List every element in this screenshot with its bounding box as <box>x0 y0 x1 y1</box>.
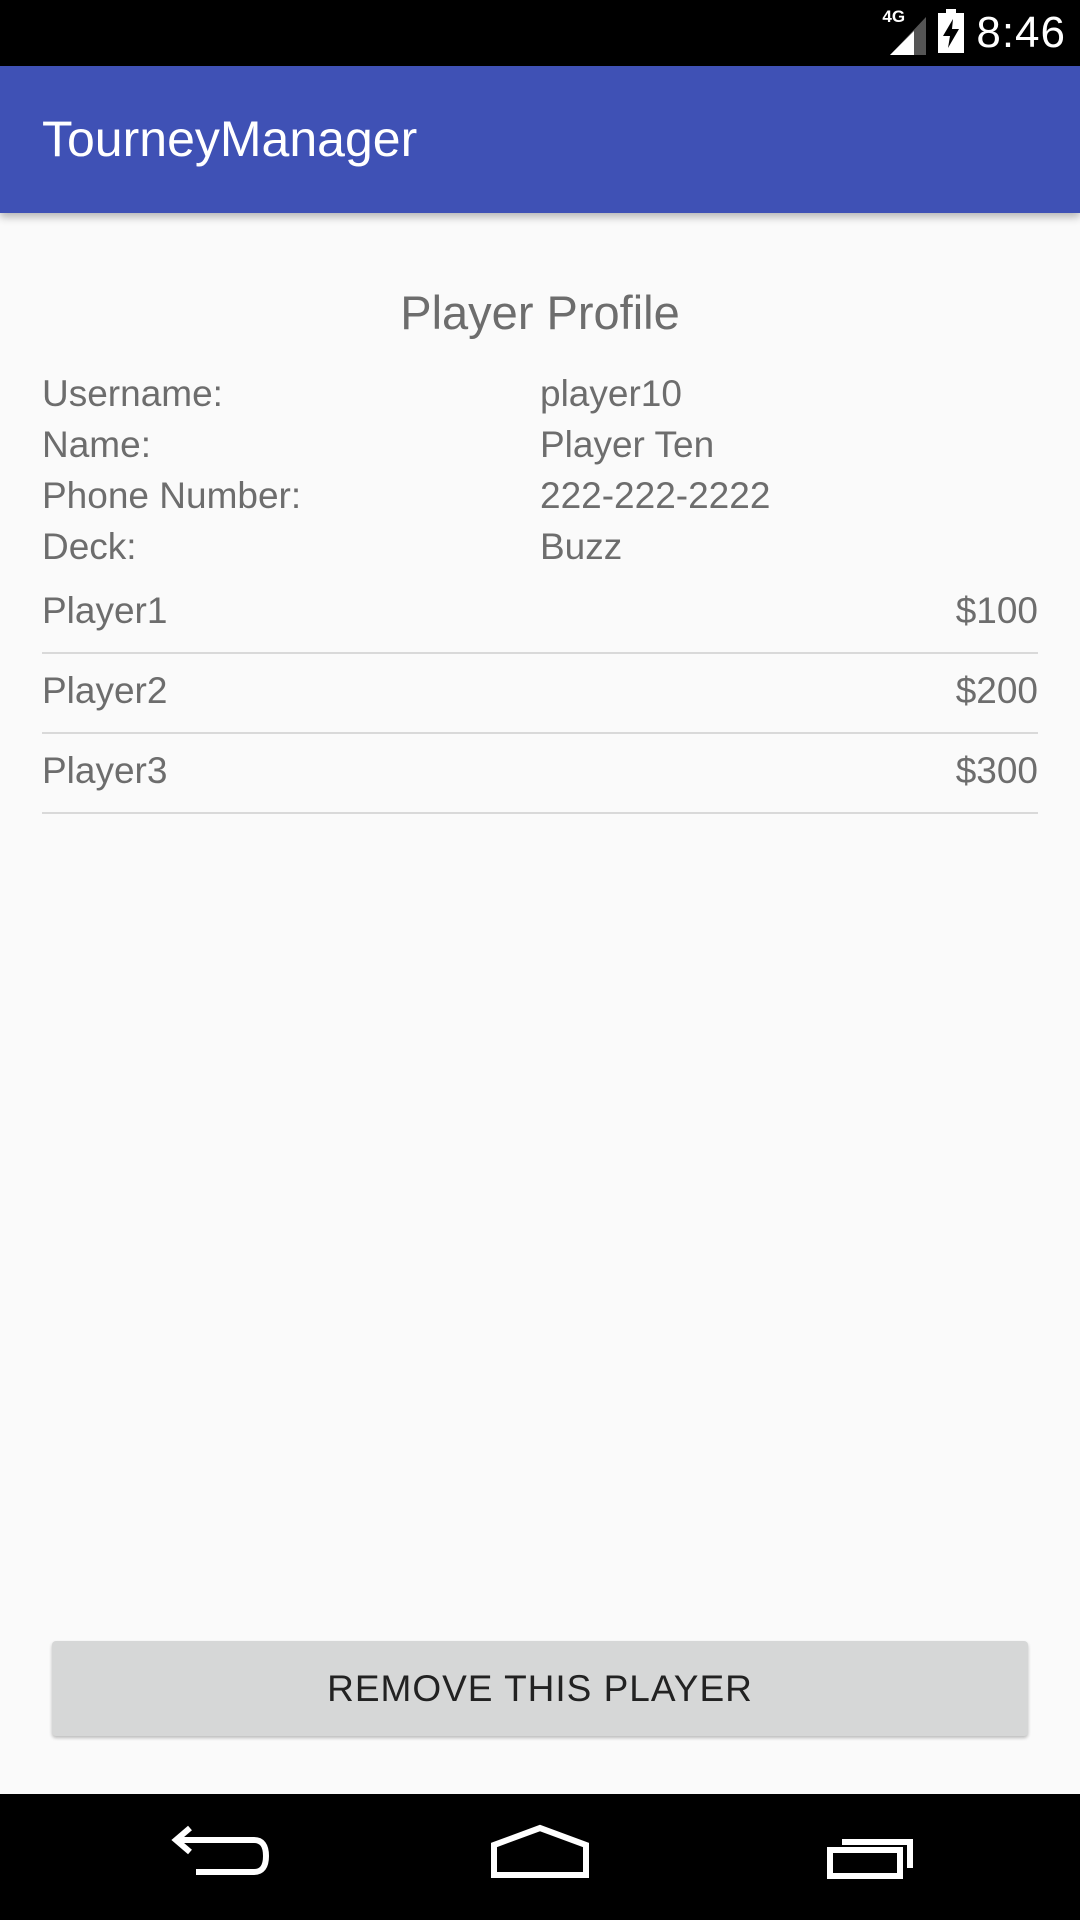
app-title: TourneyManager <box>42 111 418 167</box>
clock: 8:46 <box>976 8 1066 57</box>
phone-label: Phone Number: <box>42 475 302 516</box>
main-content: Player Profile Username: player10 Name: … <box>0 213 1080 1794</box>
info-row-phone: Phone Number: 222-222-2222 <box>42 475 1038 526</box>
list-item[interactable]: Player3 $300 <box>42 734 1038 814</box>
recents-icon <box>827 1839 913 1879</box>
name-value: Player Ten <box>540 424 715 465</box>
battery-charging-icon <box>938 8 965 58</box>
list-item[interactable]: Player2 $200 <box>42 654 1038 734</box>
home-button[interactable] <box>480 1812 600 1902</box>
deck-label: Deck: <box>42 526 137 567</box>
list-item-amount: $300 <box>955 750 1038 791</box>
info-row-name: Name: Player Ten <box>42 424 1038 475</box>
screen: 4G 8:46 TourneyManager Player Profile Us… <box>0 0 1080 1920</box>
info-row-username: Username: player10 <box>42 373 1038 424</box>
list-item[interactable]: Player1 $100 <box>42 574 1038 654</box>
phone-value: 222-222-2222 <box>540 475 771 516</box>
status-bar: 4G 8:46 <box>0 0 1080 66</box>
list-item-amount: $200 <box>955 670 1038 711</box>
network-type-label: 4G <box>882 7 906 26</box>
list-item-name: Player1 <box>42 590 168 631</box>
signal-icon: 4G <box>882 7 927 55</box>
info-row-deck: Deck: Buzz <box>42 526 1038 577</box>
navigation-bar <box>0 1794 1080 1920</box>
page-title: Player Profile <box>400 286 680 339</box>
username-label: Username: <box>42 373 223 414</box>
back-button[interactable] <box>150 1812 270 1902</box>
username-value: player10 <box>540 373 682 414</box>
name-label: Name: <box>42 424 151 465</box>
deck-value: Buzz <box>540 526 623 567</box>
remove-player-button[interactable]: REMOVE THIS PLAYER <box>52 1641 1028 1736</box>
list-item-amount: $100 <box>955 590 1038 631</box>
app-bar: TourneyManager <box>0 66 1080 213</box>
home-icon <box>491 1824 589 1878</box>
list-item-name: Player3 <box>42 750 168 791</box>
status-icons: 4G 8:46 <box>882 0 1066 66</box>
list-item-name: Player2 <box>42 670 168 711</box>
back-icon <box>171 1825 270 1875</box>
recents-button[interactable] <box>812 1812 932 1902</box>
